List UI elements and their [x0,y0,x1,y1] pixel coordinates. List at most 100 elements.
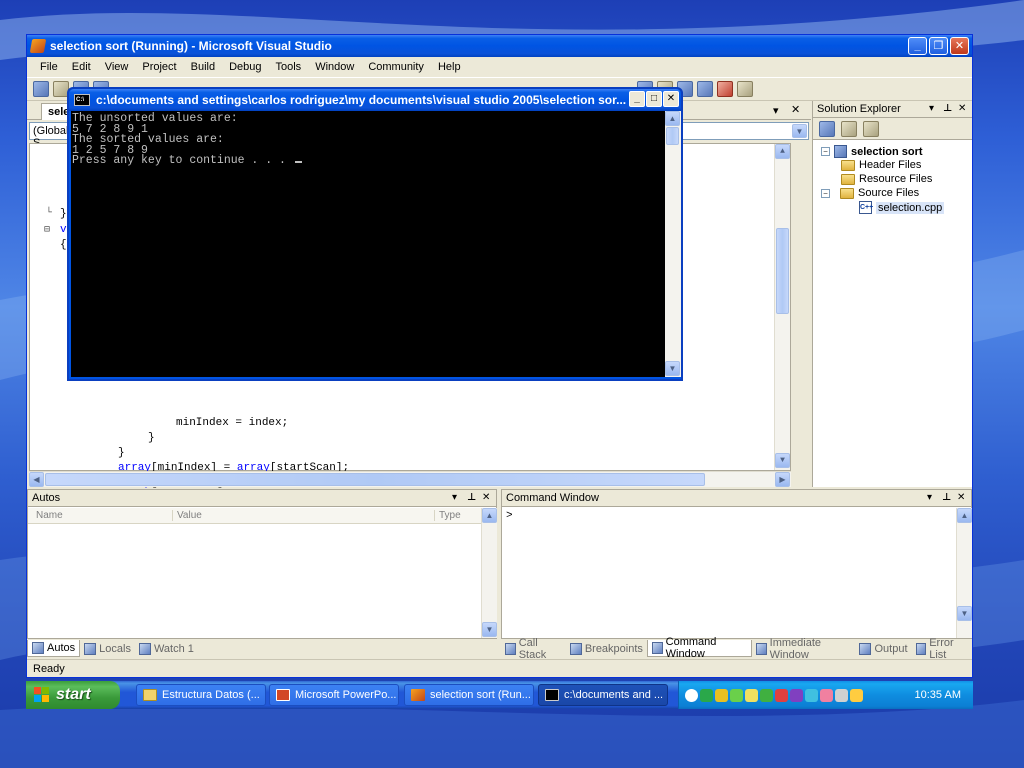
close-button[interactable]: ✕ [950,37,969,55]
panel-close-icon[interactable]: ✕ [957,492,965,503]
tab-output[interactable]: Output [855,640,911,657]
tree-item-source-files[interactable]: − Source Files [821,187,919,199]
minimize-button[interactable]: _ [908,37,927,55]
horizontal-scroll-thumb[interactable] [45,473,705,486]
scroll-thumb[interactable] [666,127,679,145]
update-icon[interactable] [850,688,863,702]
menu-window[interactable]: Window [308,59,361,75]
show-all-files-icon[interactable] [841,121,857,137]
scroll-left-icon[interactable]: ◀ [29,472,44,487]
command-window-scrollbar[interactable]: ▲ ▼ [956,508,972,638]
menu-community[interactable]: Community [361,59,431,75]
scroll-right-icon[interactable]: ▶ [775,472,790,487]
tab-error-list[interactable]: Error List [912,637,972,661]
antivirus-icon[interactable] [760,688,773,702]
tab-command-window[interactable]: Command Window [646,636,752,660]
menu-project[interactable]: Project [135,59,183,75]
task-console[interactable]: c:\documents and ... [538,684,668,706]
editor-dropdown-icon[interactable]: ▾ [773,104,779,117]
menu-view[interactable]: View [98,59,136,75]
pin-icon[interactable]: ⊥ [467,492,476,503]
console-minimize-button[interactable]: _ [629,91,645,107]
console-title-bar[interactable]: C:\ c:\documents and settings\carlos rod… [69,89,681,111]
autos-scrollbar[interactable]: ▲ ▼ [481,508,497,638]
scroll-down-icon[interactable]: ▼ [482,622,497,637]
tab-autos[interactable]: Autos [27,640,81,657]
new-project-icon[interactable] [33,81,49,97]
properties-icon[interactable] [819,121,835,137]
menu-file[interactable]: File [33,59,65,75]
pin-icon[interactable]: ⊥ [943,103,952,114]
editor-close-icon[interactable]: ✕ [791,103,800,116]
alert-icon[interactable] [775,688,788,702]
start-page-icon[interactable] [717,81,733,97]
scroll-down-icon[interactable]: ▼ [957,606,972,621]
task-selection-sort[interactable]: selection sort (Run... [404,684,534,706]
console-maximize-button[interactable]: □ [646,91,662,107]
column-name[interactable]: Name [36,510,63,521]
clock[interactable]: 10:35 AM [915,689,961,701]
scroll-down-icon[interactable]: ▼ [665,361,680,376]
toolbox-icon[interactable] [697,81,713,97]
wireless-icon[interactable] [805,688,818,702]
editor-horizontal-scrollbar[interactable]: ◀ ▶ [29,471,791,487]
scroll-up-icon[interactable]: ▲ [665,111,680,126]
menu-edit[interactable]: Edit [65,59,98,75]
tab-breakpoints[interactable]: Breakpoints [566,640,647,657]
panel-dropdown-icon[interactable]: ▾ [452,492,457,503]
tree-label: selection.cpp [876,201,945,214]
panel-dropdown-icon[interactable]: ▾ [929,103,934,114]
messenger-icon[interactable] [715,688,728,702]
restore-button[interactable]: ❐ [929,37,948,55]
display-icon[interactable] [820,688,833,702]
start-button[interactable]: start [26,681,120,709]
scroll-down-icon[interactable]: ▼ [775,453,790,468]
panel-close-icon[interactable]: ✕ [958,103,966,114]
tree-item-selection-cpp[interactable]: C++ selection.cpp [859,201,945,214]
toolbar-options-icon[interactable] [737,81,753,97]
security-icon[interactable] [730,688,743,702]
collapse-icon[interactable]: − [821,188,830,198]
panel-dropdown-icon[interactable]: ▾ [927,492,932,503]
menu-debug[interactable]: Debug [222,59,268,75]
autos-header[interactable]: Autos ▾ ⊥ ✕ [28,490,496,507]
task-powerpoint[interactable]: Microsoft PowerPo... [269,684,399,706]
tree-item-header-files[interactable]: Header Files [841,159,921,171]
tab-immediate-window[interactable]: Immediate Window [752,637,856,661]
network-icon[interactable] [700,688,713,702]
scroll-up-icon[interactable]: ▲ [775,144,790,159]
command-window-header[interactable]: Command Window ▾ ⊥ ✕ [502,490,971,507]
tab-locals[interactable]: Locals [80,640,135,657]
chevron-left-icon[interactable] [685,688,698,702]
error-list-icon [915,642,927,655]
tree-item-solution[interactable]: − selection sort [821,145,923,158]
menu-build[interactable]: Build [184,59,222,75]
column-type[interactable]: Type [434,510,461,521]
console-close-button[interactable]: ✕ [663,91,679,107]
console-scrollbar[interactable]: ▲ ▼ [665,111,681,377]
vs-title-bar[interactable]: selection sort (Running) - Microsoft Vis… [27,35,972,57]
menu-help[interactable]: Help [431,59,468,75]
tab-watch-1[interactable]: Watch 1 [135,640,198,657]
volume-icon[interactable] [835,688,848,702]
collapse-icon[interactable]: − [821,147,830,156]
console-output[interactable]: The unsorted values are: 5 7 2 8 9 1 The s… [71,111,665,377]
tab-call-stack[interactable]: Call Stack [501,637,566,661]
refresh-icon[interactable] [863,121,879,137]
command-prompt[interactable]: > [506,510,513,522]
scroll-thumb[interactable] [776,228,789,314]
media-icon[interactable] [790,688,803,702]
menu-tools[interactable]: Tools [269,59,309,75]
panel-close-icon[interactable]: ✕ [482,492,490,503]
pin-icon[interactable]: ⊥ [942,492,951,503]
tree-item-resource-files[interactable]: Resource Files [841,173,932,185]
column-value[interactable]: Value [172,510,202,521]
solution-explorer-header[interactable]: Solution Explorer ▾ ⊥ ✕ [813,101,972,118]
scroll-up-icon[interactable]: ▲ [957,508,972,523]
editor-vertical-scrollbar[interactable]: ▲ ▼ [774,144,790,470]
shield-icon[interactable] [745,688,758,702]
collapse-icon[interactable]: ⊟ [44,224,50,236]
scroll-up-icon[interactable]: ▲ [482,508,497,523]
task-estructura-datos[interactable]: Estructura Datos (... [136,684,266,706]
chevron-down-icon[interactable]: ▼ [792,124,807,138]
